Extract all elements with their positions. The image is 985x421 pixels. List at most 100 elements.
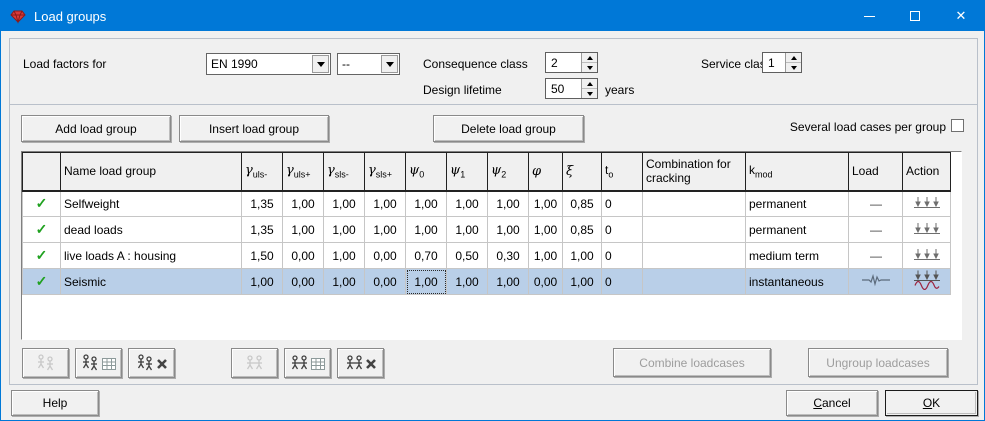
cell-value[interactable]: 0,00 [364, 242, 406, 269]
cell-name[interactable]: live loads A : housing [60, 242, 242, 269]
maximize-button[interactable] [892, 1, 938, 31]
cell-value[interactable]: 0 [601, 268, 643, 295]
cell-value[interactable]: 1,00 [562, 268, 602, 295]
delete-load-group-button[interactable]: Delete load group [433, 115, 584, 142]
service-class-value[interactable]: 1 [763, 53, 785, 72]
cell-value[interactable]: 1,00 [487, 268, 529, 295]
cell-cracking[interactable] [642, 242, 746, 269]
cell-value[interactable]: 1,00 [323, 216, 365, 243]
cell-cracking[interactable] [642, 216, 746, 243]
cell-kmod[interactable]: permanent [745, 216, 849, 243]
cell-kmod[interactable]: instantaneous [745, 268, 849, 295]
arrow-down-icon [586, 91, 593, 96]
design-lifetime-value[interactable]: 50 [546, 79, 581, 98]
table-row-live-loads[interactable]: ✓ live loads A : housing 1,50 0,00 1,00 … [22, 242, 951, 269]
combine-pair-table-button[interactable] [284, 348, 331, 378]
cell-name[interactable]: dead loads [60, 216, 242, 243]
cell-value[interactable]: 0,30 [487, 242, 529, 269]
col-name: Name load group [60, 152, 242, 192]
consequence-class-spinner[interactable]: 2 [545, 52, 598, 73]
arrow-down-icon [586, 65, 593, 70]
design-lifetime-spinner[interactable]: 50 [545, 78, 598, 99]
cell-value[interactable]: 0,00 [282, 268, 324, 295]
cell-value[interactable]: 1,00 [364, 216, 406, 243]
cell-name[interactable]: Seismic [60, 268, 242, 295]
cell-name[interactable]: Selfweight [60, 190, 242, 217]
cell-value[interactable]: 0,50 [446, 242, 488, 269]
cell-value[interactable]: 1,00 [323, 190, 365, 217]
cell-value[interactable]: 1,00 [528, 242, 563, 269]
cell-value[interactable]: 1,00 [364, 190, 406, 217]
add-load-group-button[interactable]: Add load group [21, 115, 171, 142]
spinner-down-button[interactable] [582, 88, 597, 98]
cell-value[interactable]: 1,00 [487, 190, 529, 217]
spinner-up-button[interactable] [582, 79, 597, 88]
insert-load-group-button[interactable]: Insert load group [179, 115, 329, 142]
cell-value[interactable]: 1,00 [241, 268, 283, 295]
cell-value[interactable]: 1,00 [446, 268, 488, 295]
cell-value[interactable]: 0 [601, 190, 643, 217]
annex-combobox[interactable]: -- [337, 53, 400, 75]
annex-combobox-dropdown[interactable] [381, 55, 398, 73]
delete-group-loadcases-button[interactable] [128, 348, 175, 378]
cell-value[interactable]: 1,00 [487, 216, 529, 243]
several-load-cases-checkbox[interactable] [951, 119, 964, 132]
help-button[interactable]: Help [11, 390, 99, 416]
group-figures-delete-icon [137, 354, 167, 371]
distributed-load-arrows-icon [913, 248, 940, 260]
service-class-spinner[interactable]: 1 [762, 52, 802, 73]
cell-value[interactable]: 1,00 [405, 190, 447, 217]
cell-value-focused[interactable]: 1,00 [405, 268, 447, 295]
spinner-up-button[interactable] [786, 53, 801, 62]
cell-value[interactable]: 0,00 [282, 242, 324, 269]
cancel-button[interactable]: Cancel [786, 390, 878, 416]
cell-kmod[interactable]: permanent [745, 190, 849, 217]
cell-kmod[interactable]: medium term [745, 242, 849, 269]
consequence-class-label: Consequence class [423, 57, 528, 71]
cell-value[interactable]: 1,00 [282, 216, 324, 243]
cell-cracking[interactable] [642, 190, 746, 217]
cell-value[interactable]: 1,35 [241, 216, 283, 243]
spinner-down-button[interactable] [786, 62, 801, 72]
spinner-down-button[interactable] [582, 62, 597, 72]
cell-value[interactable]: 1,50 [241, 242, 283, 269]
table-row-seismic[interactable]: ✓ Seismic 1,00 0,00 1,00 0,00 1,00 1,00 … [22, 268, 951, 295]
spinner-up-button[interactable] [582, 53, 597, 62]
cell-value[interactable]: 0,00 [364, 268, 406, 295]
cell-value[interactable]: 1,00 [323, 242, 365, 269]
combine-pair-button [231, 348, 278, 378]
cell-value[interactable]: 1,00 [446, 190, 488, 217]
ok-button[interactable]: OK [885, 390, 978, 416]
cell-value[interactable]: 1,00 [282, 190, 324, 217]
close-button[interactable]: ✕ [938, 1, 984, 31]
annex-combobox-value: -- [342, 57, 350, 71]
cell-cracking[interactable] [642, 268, 746, 295]
col-t0: to [601, 152, 643, 192]
delete-pair-button[interactable] [337, 348, 384, 378]
group-loadcases-table-button[interactable] [75, 348, 122, 378]
linked-figures-table-icon [291, 355, 325, 370]
cell-value[interactable]: 1,35 [241, 190, 283, 217]
table-row-selfweight[interactable]: ✓ Selfweight 1,35 1,00 1,00 1,00 1,00 1,… [22, 190, 951, 217]
cell-value[interactable]: 1,00 [528, 216, 563, 243]
code-combobox[interactable]: EN 1990 [206, 53, 331, 75]
group-loadcases-button [22, 348, 69, 378]
code-combobox-dropdown[interactable] [312, 55, 329, 73]
cell-value[interactable]: 1,00 [446, 216, 488, 243]
cell-value[interactable]: 1,00 [528, 190, 563, 217]
no-load-icon: — [870, 196, 882, 211]
arrow-down-icon [790, 65, 797, 70]
cell-value[interactable]: 0 [601, 216, 643, 243]
check-icon: ✓ [35, 221, 48, 237]
minimize-button[interactable] [846, 1, 892, 31]
cell-value[interactable]: 0,70 [405, 242, 447, 269]
cell-value[interactable]: 1,00 [405, 216, 447, 243]
cell-value[interactable]: 1,00 [562, 242, 602, 269]
cell-value[interactable]: 0 [601, 242, 643, 269]
cell-value[interactable]: 0,85 [562, 190, 602, 217]
consequence-class-value[interactable]: 2 [546, 53, 581, 72]
cell-value[interactable]: 1,00 [323, 268, 365, 295]
cell-value[interactable]: 0,00 [528, 268, 563, 295]
table-row-dead-loads[interactable]: ✓ dead loads 1,35 1,00 1,00 1,00 1,00 1,… [22, 216, 951, 243]
cell-value[interactable]: 0,85 [562, 216, 602, 243]
